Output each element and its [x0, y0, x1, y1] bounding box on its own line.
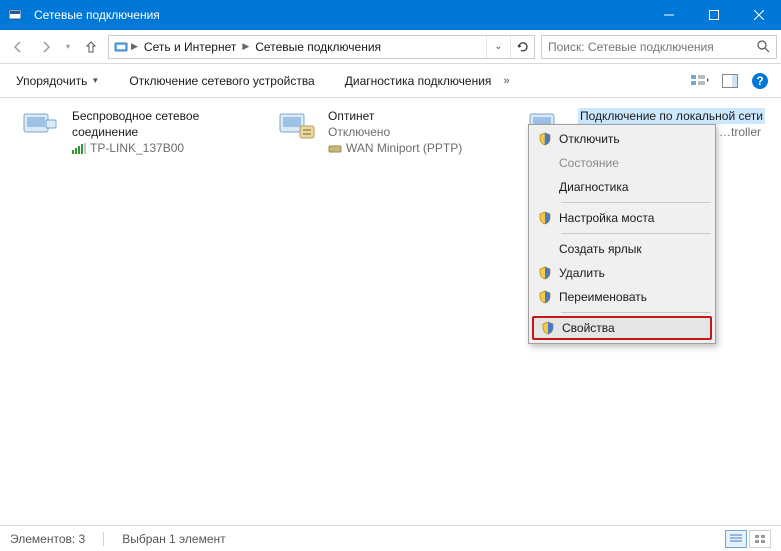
search-box[interactable] [541, 35, 777, 59]
diagnose-connection-button[interactable]: Диагностика подключения [339, 70, 498, 92]
nav-row: ▾ ▶ Сеть и Интернет ▶ Сетевые подключени… [0, 30, 781, 64]
chevron-down-icon: ▼ [91, 76, 99, 85]
nav-recent-dropdown[interactable]: ▾ [60, 42, 76, 51]
context-menu-item-bridge[interactable]: Настройка моста [531, 206, 713, 230]
connection-name: Беспроводное сетевое соединение [72, 108, 258, 140]
search-icon[interactable] [750, 40, 776, 53]
address-refresh-button[interactable] [510, 36, 534, 58]
status-selection: Выбран 1 элемент [122, 532, 225, 546]
connection-device: WAN Miniport (PPTP) [346, 140, 462, 156]
address-bar[interactable]: ▶ Сеть и Интернет ▶ Сетевые подключения … [108, 35, 535, 59]
context-menu-item-rename[interactable]: Переименовать [531, 285, 713, 309]
shield-icon [531, 266, 559, 280]
connection-device: …troller [719, 124, 761, 140]
organize-menu[interactable]: Упорядочить ▼ [10, 70, 105, 92]
nav-up-button[interactable] [78, 34, 104, 60]
shield-icon [534, 321, 562, 335]
view-options-button[interactable] [689, 70, 711, 92]
context-menu: Отключить Состояние Диагностика Настройк… [528, 124, 716, 344]
shield-icon [531, 290, 559, 304]
wireless-connection-icon [18, 108, 62, 152]
preview-pane-button[interactable] [719, 70, 741, 92]
address-history-dropdown[interactable]: ⌄ [486, 36, 510, 58]
connection-item[interactable]: Беспроводное сетевое соединение TP-LINK_… [18, 108, 258, 157]
search-input[interactable] [542, 40, 750, 54]
status-bar: Элементов: 3 Выбран 1 элемент [0, 525, 781, 551]
connection-item[interactable]: Оптинет Отключено WAN Miniport (PPTP) [274, 108, 514, 157]
dialup-connection-icon [274, 108, 318, 152]
content-area[interactable]: Беспроводное сетевое соединение TP-LINK_… [0, 98, 781, 523]
nav-back-button[interactable] [4, 33, 32, 61]
disable-device-button[interactable]: Отключение сетевого устройства [123, 70, 320, 92]
context-menu-separator [561, 202, 711, 203]
wifi-signal-icon [72, 143, 86, 154]
command-bar-overflow-button[interactable]: » [497, 75, 515, 87]
nav-forward-button[interactable] [32, 33, 60, 61]
shield-icon [531, 211, 559, 225]
breadcrumb-sep-icon[interactable]: ▶ [129, 41, 140, 52]
context-menu-item-disable[interactable]: Отключить [531, 127, 713, 151]
connection-name: Оптинет [328, 108, 462, 124]
window-titlebar: Сетевые подключения [0, 0, 781, 30]
context-menu-item-status: Состояние [531, 151, 713, 175]
svg-text:?: ? [756, 74, 763, 88]
context-menu-item-diagnose[interactable]: Диагностика [531, 175, 713, 199]
shield-icon [531, 132, 559, 146]
breadcrumb-level-1[interactable]: Сеть и Интернет [140, 40, 240, 54]
window-minimize-button[interactable] [646, 0, 691, 30]
window-maximize-button[interactable] [691, 0, 736, 30]
context-menu-item-properties[interactable]: Свойства [532, 316, 712, 340]
window-icon [0, 7, 30, 23]
modem-icon [328, 143, 342, 154]
window-close-button[interactable] [736, 0, 781, 30]
address-root-icon [109, 39, 129, 55]
view-details-button[interactable] [725, 530, 747, 548]
status-item-count: Элементов: 3 [10, 532, 85, 546]
organize-label: Упорядочить [16, 74, 87, 88]
context-menu-separator [561, 312, 711, 313]
help-button[interactable]: ? [749, 70, 771, 92]
connection-device: TP-LINK_137B00 [90, 140, 184, 156]
context-menu-item-shortcut[interactable]: Создать ярлык [531, 237, 713, 261]
breadcrumb-level-2[interactable]: Сетевые подключения [251, 40, 385, 54]
status-separator [103, 532, 104, 546]
window-title: Сетевые подключения [30, 8, 646, 22]
connection-status: Отключено [328, 124, 462, 140]
breadcrumb-sep-icon[interactable]: ▶ [240, 41, 251, 52]
command-bar: Упорядочить ▼ Отключение сетевого устрой… [0, 64, 781, 98]
connection-name: Подключение по локальной сети [578, 108, 765, 124]
context-menu-item-delete[interactable]: Удалить [531, 261, 713, 285]
view-large-icons-button[interactable] [749, 530, 771, 548]
context-menu-separator [561, 233, 711, 234]
